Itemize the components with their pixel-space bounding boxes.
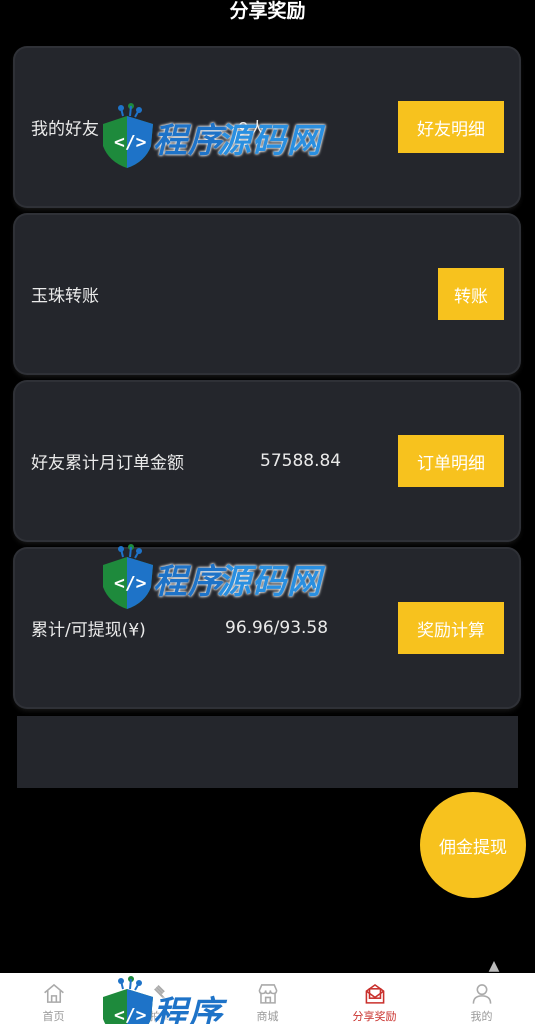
home-icon xyxy=(43,983,64,1003)
tab-label: 商城 xyxy=(256,1010,279,1023)
order-details-button[interactable]: 订单明细 xyxy=(398,435,504,487)
friends-card: 我的好友 9人 好友明细 xyxy=(15,48,519,206)
share-reward-icon xyxy=(365,983,384,1004)
friend-details-button[interactable]: 好友明细 xyxy=(398,101,504,153)
order-amount-card: 好友累计月订单金额 57588.84 订单明细 xyxy=(15,382,519,540)
transfer-label: 玉珠转账 xyxy=(31,286,99,307)
transfer-card: 玉珠转账 转账 xyxy=(15,215,519,373)
tab-label: 我的 xyxy=(470,1010,493,1023)
friends-count: 9人 xyxy=(238,119,266,140)
gavel-icon xyxy=(153,984,170,1004)
commission-withdraw-button[interactable]: 佣金提现 xyxy=(420,792,526,898)
order-amount-label: 好友累计月订单金额 xyxy=(31,453,184,474)
empty-panel xyxy=(17,716,518,788)
tab-label: 首页 xyxy=(42,1010,65,1023)
withdraw-card: 累计/可提现(¥) 96.96/93.58 奖励计算 xyxy=(15,549,519,707)
bottom-tab-bar: 首页 拍卖 商城 分享奖励 我的 xyxy=(0,973,535,1024)
transfer-button[interactable]: 转账 xyxy=(438,268,504,320)
withdraw-value: 96.96/93.58 xyxy=(225,618,329,638)
tab-home[interactable]: 首页 xyxy=(0,973,107,1024)
page-title: 分享奖励 xyxy=(229,0,306,22)
tab-label: 分享奖励 xyxy=(352,1010,397,1023)
tab-auction[interactable]: 拍卖 xyxy=(107,973,214,1024)
tab-shop[interactable]: 商城 xyxy=(214,973,321,1024)
page-header: 分享奖励 xyxy=(0,0,535,30)
shop-icon xyxy=(258,984,277,1004)
user-icon xyxy=(472,984,491,1004)
reward-calc-button[interactable]: 奖励计算 xyxy=(398,602,504,654)
friends-label: 我的好友 xyxy=(31,119,99,140)
tab-label: 拍卖 xyxy=(149,1010,172,1023)
withdraw-label: 累计/可提现(¥) xyxy=(31,620,146,641)
tab-share-reward[interactable]: 分享奖励 xyxy=(321,973,428,1024)
tab-profile[interactable]: 我的 xyxy=(428,973,535,1024)
order-amount-value: 57588.84 xyxy=(260,451,342,471)
